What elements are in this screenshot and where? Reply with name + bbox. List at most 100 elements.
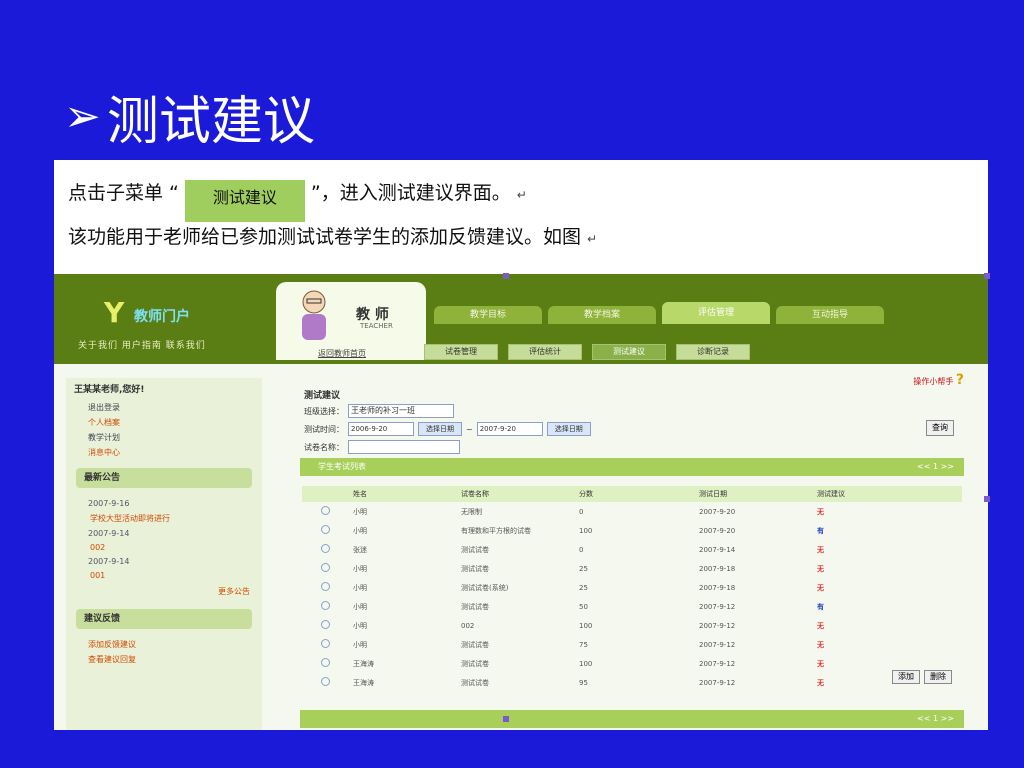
col-score: 分数 xyxy=(578,486,698,502)
pick-date-button[interactable]: 选择日期 xyxy=(418,422,462,436)
cell-score: 100 xyxy=(579,526,593,535)
sub-tabs: 试卷管理 评估统计 测试建议 诊断记录 xyxy=(424,344,750,360)
cell-name: 小明 xyxy=(353,621,367,630)
tab-teaching-archive[interactable]: 教学档案 xyxy=(548,306,656,324)
cell-date: 2007-9-12 xyxy=(699,621,736,630)
date-to-input[interactable]: 2007-9-20 xyxy=(476,422,543,436)
table-row: 王海涛 测试试卷 95 2007-9-12 无 xyxy=(302,673,962,692)
row-select-radio[interactable] xyxy=(321,544,330,553)
tab-assessment[interactable]: 评估管理 xyxy=(662,302,770,324)
table-row: 小明 测试试卷 25 2007-9-18 无 xyxy=(302,559,962,578)
cell-suggestion[interactable]: 无 xyxy=(816,540,962,559)
date-from-input[interactable]: 2006-9-20 xyxy=(348,422,414,436)
cell-score: 25 xyxy=(579,564,588,573)
tab-interaction[interactable]: 互动指导 xyxy=(776,306,884,324)
main-tabs: 教学目标 教学档案 评估管理 互动指导 xyxy=(434,302,884,324)
subtab-test-suggestion[interactable]: 测试建议 xyxy=(592,344,666,360)
notice-link[interactable]: 001 xyxy=(66,569,262,582)
table-row: 小明 测试试卷(系统) 25 2007-9-18 无 xyxy=(302,578,962,597)
cell-name: 小明 xyxy=(353,602,367,611)
list-footer-bar: << 1 >> xyxy=(300,710,964,728)
cell-suggestion[interactable]: 有 xyxy=(816,597,962,616)
tab-teaching-goals[interactable]: 教学目标 xyxy=(434,306,542,324)
table-row: 王海涛 测试试卷 100 2007-9-12 无 xyxy=(302,654,962,673)
cell-name: 小明 xyxy=(353,526,367,535)
row-select-radio[interactable] xyxy=(321,525,330,534)
pager[interactable]: << 1 >> xyxy=(917,458,954,476)
time-label: 测试时间： xyxy=(304,424,344,434)
notice-date: 2007-9-14 xyxy=(88,529,130,538)
cell-name: 张迷 xyxy=(353,545,367,554)
resize-handle[interactable] xyxy=(503,716,509,722)
col-suggestion: 测试建议 xyxy=(816,486,962,502)
cell-suggestion[interactable]: 无 xyxy=(816,559,962,578)
instruction-line-1: 点击子菜单 “测试建议 ”，进入测试建议界面。 ↵ xyxy=(68,178,527,222)
cell-paper: 测试试卷 xyxy=(461,602,489,611)
sidebar-item-profile[interactable]: 个人档案 xyxy=(66,415,262,430)
row-select-radio[interactable] xyxy=(321,639,330,648)
cell-suggestion[interactable]: 无 xyxy=(816,635,962,654)
sidebar-item-view-replies[interactable]: 查看建议回复 xyxy=(66,652,262,667)
line1-prefix: 点击子菜单 “ xyxy=(68,182,179,204)
row-select-radio[interactable] xyxy=(321,601,330,610)
cell-name: 王海涛 xyxy=(353,678,374,687)
document-panel: 点击子菜单 “测试建议 ”，进入测试建议界面。 ↵ 该功能用于老师给已参加测试试卷学… xyxy=(54,160,988,730)
range-tilde: ~ xyxy=(466,424,473,434)
sidebar-item-messages[interactable]: 消息中心 xyxy=(66,445,262,460)
row-select-radio[interactable] xyxy=(321,620,330,629)
cell-suggestion[interactable]: 有 xyxy=(816,521,962,540)
instruction-line-2: 该功能用于老师给已参加测试试卷学生的添加反馈建议。如图 ↵ xyxy=(68,222,597,249)
top-links[interactable]: 关于我们 用户指南 联系我们 xyxy=(78,338,206,351)
row-select-radio[interactable] xyxy=(321,658,330,667)
class-select[interactable]: 王老师的补习一班 xyxy=(348,404,454,418)
cell-date: 2007-9-20 xyxy=(699,507,736,516)
welcome-text: 王某某老师,您好! xyxy=(74,385,145,395)
subtab-paper-management[interactable]: 试卷管理 xyxy=(424,344,498,360)
row-select-radio[interactable] xyxy=(321,582,330,591)
subtab-statistics[interactable]: 评估统计 xyxy=(508,344,582,360)
subtab-diagnosis[interactable]: 诊断记录 xyxy=(676,344,750,360)
app-header: Y 教师门户 关于我们 用户指南 联系我们 教 师 TEACHER 教学目标 教… xyxy=(54,274,988,364)
sidebar: 王某某老师,您好! 退出登录 个人档案 教学计划 消息中心 最新公告 2007-… xyxy=(66,378,262,730)
cell-paper: 测试试卷 xyxy=(461,564,489,573)
more-notices-link[interactable]: 更多公告 xyxy=(66,582,262,601)
cell-paper: 测试试卷 xyxy=(461,659,489,668)
sidebar-item-logout[interactable]: 退出登录 xyxy=(66,400,262,415)
cell-score: 50 xyxy=(579,602,588,611)
delete-button[interactable]: 删除 xyxy=(924,670,952,684)
add-button[interactable]: 添加 xyxy=(892,670,920,684)
cell-date: 2007-9-18 xyxy=(699,564,736,573)
submenu-tag: 测试建议 xyxy=(184,180,305,222)
row-select-radio[interactable] xyxy=(321,677,330,686)
list-header-bar: 学生考试列表 << 1 >> xyxy=(300,458,964,476)
table-row: 张迷 测试试卷 0 2007-9-14 无 xyxy=(302,540,962,559)
pick-date-button[interactable]: 选择日期 xyxy=(546,422,591,436)
row-select-radio[interactable] xyxy=(321,506,330,515)
notice-link[interactable]: 002 xyxy=(66,541,262,554)
sub-nav: 返回教师首页 试卷管理 评估统计 测试建议 诊断记录 xyxy=(284,342,944,364)
pager[interactable]: << 1 >> xyxy=(917,710,954,728)
resize-handle[interactable] xyxy=(503,273,509,279)
row-select-radio[interactable] xyxy=(321,563,330,572)
class-select-row: 班级选择： 王老师的补习一班 xyxy=(304,404,454,418)
sidebar-item-plan[interactable]: 教学计划 xyxy=(66,430,262,445)
paper-name-input[interactable] xyxy=(348,440,460,454)
resize-handle[interactable] xyxy=(984,496,990,502)
cell-score: 100 xyxy=(579,659,593,668)
teacher-title: 教 师 xyxy=(356,307,389,323)
col-paper: 试卷名称 xyxy=(460,486,578,502)
notice-link[interactable]: 学校大型活动即将进行 xyxy=(66,511,262,526)
paper-name-row: 试卷名称： xyxy=(304,440,460,454)
home-link[interactable]: 返回教师首页 xyxy=(318,348,366,359)
resize-handle[interactable] xyxy=(984,273,990,279)
app-logo: Y 教师门户 xyxy=(64,280,264,330)
help-link[interactable]: 操作小帮手 ? xyxy=(913,372,964,388)
cell-date: 2007-9-12 xyxy=(699,659,736,668)
search-button[interactable]: 查询 xyxy=(926,420,954,436)
line1-suffix: ”，进入测试建议界面。 xyxy=(310,182,511,204)
sidebar-item-add-feedback[interactable]: 添加反馈建议 xyxy=(66,637,262,652)
cell-suggestion[interactable]: 无 xyxy=(816,616,962,635)
cell-score: 75 xyxy=(579,640,588,649)
cell-suggestion[interactable]: 无 xyxy=(816,578,962,597)
cell-suggestion[interactable]: 无 xyxy=(816,502,962,521)
